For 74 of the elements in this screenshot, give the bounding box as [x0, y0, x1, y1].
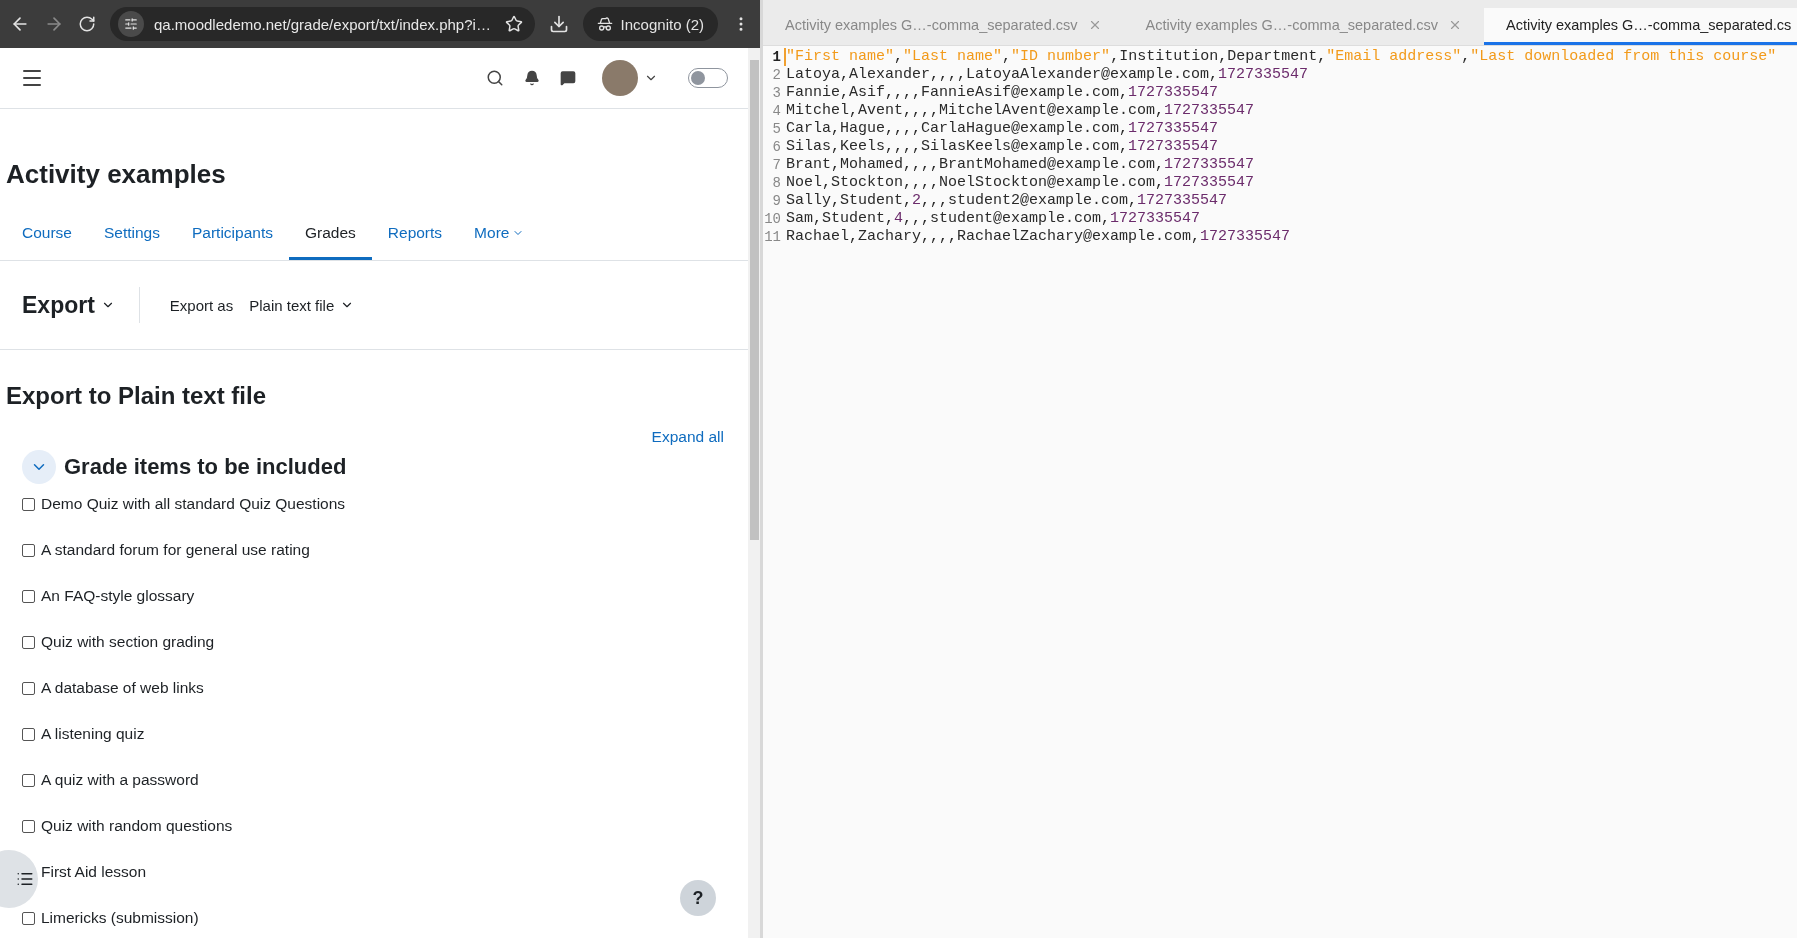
- checkbox[interactable]: [22, 589, 35, 603]
- bell-icon[interactable]: [524, 70, 540, 86]
- line-number: 10: [763, 210, 782, 228]
- nav-tab[interactable]: More: [458, 212, 541, 260]
- code-line: Latoya,Alexander,,,,LatoyaAlexander@example.com,1727335547: [785, 66, 1309, 84]
- checkbox[interactable]: [22, 819, 35, 833]
- code-line: Sam,Student,4,,,student@example.com,1727335547: [785, 210, 1201, 228]
- code-line: Rachael,Zachary,,,,RachaelZachary@example.com,1727335547: [785, 228, 1291, 246]
- file-tab[interactable]: Activity examples G…-comma_separated.cs: [1484, 8, 1797, 45]
- section-title: Grade items to be included: [64, 454, 347, 480]
- export-menu[interactable]: Export: [22, 287, 140, 323]
- code-line: Mitchel,Avent,,,,MitchelAvent@example.com,1727335547: [785, 102, 1255, 120]
- code-line: Carla,Hague,,,,CarlaHague@example.com,1727335547: [785, 120, 1219, 138]
- nav-tab[interactable]: Course: [6, 212, 88, 260]
- file-tab[interactable]: Activity examples G…-comma_separated.csv: [763, 8, 1124, 45]
- site-settings-icon[interactable]: [118, 11, 144, 37]
- checkbox-label: Quiz with random questions: [41, 817, 233, 835]
- line-number: 3: [771, 84, 782, 102]
- nav-tab[interactable]: Grades: [288, 212, 372, 260]
- nav-tab[interactable]: Reports: [371, 212, 459, 260]
- checkbox[interactable]: [22, 681, 35, 695]
- incognito-icon: [596, 16, 613, 32]
- format-select[interactable]: Plain text file: [249, 296, 355, 314]
- checkbox-label: Demo Quiz with all standard Quiz Questions: [41, 495, 346, 513]
- course-title: Activity examples: [6, 159, 227, 190]
- line-number: 9: [771, 192, 782, 210]
- code-line: Sally,Student,2,,,student2@example.com,1727335547: [785, 192, 1228, 210]
- nav-tab[interactable]: Participants: [176, 212, 289, 260]
- star-icon[interactable]: [504, 15, 523, 33]
- checkbox[interactable]: [22, 543, 35, 557]
- download-icon[interactable]: [548, 14, 569, 34]
- line-number: 7: [771, 156, 782, 174]
- toggle-switch[interactable]: [688, 68, 728, 88]
- checkbox[interactable]: [22, 727, 35, 741]
- expand-all-link[interactable]: Expand all: [651, 428, 724, 446]
- checkbox-label: A listening quiz: [41, 725, 145, 743]
- line-number: 6: [771, 138, 782, 156]
- incognito-label: Incognito (2): [620, 15, 704, 33]
- checkbox-label: Limericks (submission): [41, 909, 199, 927]
- page-heading: Export to Plain text file: [6, 382, 268, 410]
- checkbox[interactable]: [22, 635, 35, 649]
- line-number: 1: [771, 48, 782, 66]
- checkbox-label: First Aid lesson: [41, 863, 147, 881]
- code-line: Fannie,Asif,,,,FannieAsif@example.com,1727335547: [785, 84, 1219, 102]
- user-avatar[interactable]: [602, 60, 638, 96]
- address-bar[interactable]: qa.moodledemo.net/grade/export/txt/index.php?i…: [110, 7, 535, 41]
- checkbox-label: A standard forum for general use rating: [41, 541, 310, 559]
- code-line: Noel,Stockton,,,,NoelStockton@example.com,1727335547: [785, 174, 1255, 192]
- line-number: 8: [771, 174, 782, 192]
- search-icon[interactable]: [486, 69, 504, 87]
- nav-tab[interactable]: Settings: [87, 212, 176, 260]
- line-number: 2: [771, 66, 782, 84]
- incognito-button[interactable]: Incognito (2): [582, 7, 718, 41]
- checkbox-label: Quiz with section grading: [41, 633, 215, 651]
- list-icon: [16, 870, 34, 888]
- help-button[interactable]: ?: [680, 880, 716, 916]
- checkbox[interactable]: [22, 911, 35, 925]
- checkbox-label: An FAQ-style glossary: [41, 587, 195, 605]
- checkbox[interactable]: [22, 497, 35, 511]
- line-number: 5: [771, 120, 782, 138]
- code-line: Brant,Mohamed,,,,BrantMohamed@example.com,1727335547: [785, 156, 1255, 174]
- url-text: qa.moodledemo.net/grade/export/txt/index.php?i…: [154, 15, 492, 33]
- chat-icon[interactable]: [560, 70, 576, 86]
- reload-button[interactable]: [78, 15, 96, 33]
- checkbox[interactable]: [22, 773, 35, 787]
- code-line: Silas,Keels,,,,SilasKeels@example.com,1727335547: [785, 138, 1219, 156]
- code-line: "First name","Last name","ID number",Institution,Department,"Email address","Last downloaded from this course": [784, 48, 1777, 66]
- scrollbar[interactable]: [748, 48, 760, 938]
- checkbox-label: A database of web links: [41, 679, 204, 697]
- export-as-label: Export as: [169, 296, 234, 314]
- line-number: 11: [763, 228, 782, 246]
- line-number: 4: [771, 102, 782, 120]
- file-tab[interactable]: Activity examples G…-comma_separated.csv: [1123, 8, 1485, 45]
- checkbox-label: A quiz with a password: [41, 771, 199, 789]
